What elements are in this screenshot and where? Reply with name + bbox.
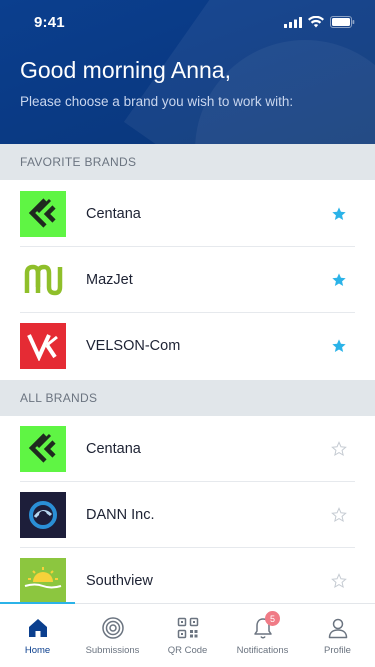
star-outline-icon[interactable]: [331, 573, 347, 589]
star-outline-icon[interactable]: [331, 507, 347, 523]
person-icon: [328, 618, 347, 639]
signal-icon: [284, 16, 302, 28]
brand-name: DANN Inc.: [86, 507, 155, 523]
section-header-favorites: FAVORITE BRANDS: [0, 144, 375, 180]
nav-label: Home: [24, 645, 51, 656]
brand-name: VELSON-Com: [86, 338, 181, 354]
star-filled-icon[interactable]: [331, 272, 347, 288]
nav-item-profile[interactable]: Profile: [300, 604, 375, 667]
brand-name: Centana: [86, 441, 141, 457]
brand-name: Centana: [86, 206, 141, 222]
target-icon: [101, 617, 124, 639]
status-time: 9:41: [34, 13, 65, 31]
bottom-nav: Home Submissions QR Code 5 Notifications…: [0, 602, 375, 667]
wifi-icon: [308, 16, 324, 28]
nav-item-submissions[interactable]: Submissions: [75, 604, 150, 667]
brand-row[interactable]: DANN Inc.: [0, 482, 375, 548]
home-icon: [28, 619, 47, 637]
favorite-brand-row[interactable]: MazJet: [0, 247, 375, 313]
qr-code-icon: [177, 617, 198, 639]
nav-item-home[interactable]: Home: [0, 604, 75, 667]
nav-label: Profile: [324, 645, 351, 656]
favorite-brand-row[interactable]: Centana: [0, 181, 375, 247]
greeting-title: Good morning Anna,: [20, 57, 231, 83]
nav-label: QR Code: [167, 645, 208, 656]
brand-name: Southview: [86, 573, 153, 589]
star-filled-icon[interactable]: [331, 338, 347, 354]
star-filled-icon[interactable]: [331, 206, 347, 222]
nav-label: Submissions: [85, 645, 140, 656]
notification-badge: 5: [265, 611, 280, 626]
star-outline-icon[interactable]: [331, 441, 347, 457]
brand-name: MazJet: [86, 272, 133, 288]
nav-item-qr-code[interactable]: QR Code: [150, 604, 225, 667]
dann-logo: [20, 492, 66, 538]
centana-logo: [20, 191, 66, 237]
nav-item-notifications[interactable]: 5 Notifications: [225, 604, 300, 667]
nav-label: Notifications: [236, 645, 289, 656]
section-header-all-brands: ALL BRANDS: [0, 380, 375, 416]
status-icons: [284, 16, 355, 28]
brand-row[interactable]: Centana: [0, 416, 375, 482]
velson-logo: [20, 323, 66, 369]
southview-logo: [20, 558, 66, 604]
header: 9:41 Good morning Anna, Please choose a …: [0, 0, 375, 144]
centana-logo: [20, 426, 66, 472]
favorite-brand-row[interactable]: VELSON-Com: [0, 313, 375, 379]
greeting-subtitle: Please choose a brand you wish to work w…: [20, 94, 294, 109]
status-bar: 9:41: [0, 0, 375, 44]
battery-icon: [330, 16, 355, 28]
mazjet-logo: [20, 257, 66, 303]
